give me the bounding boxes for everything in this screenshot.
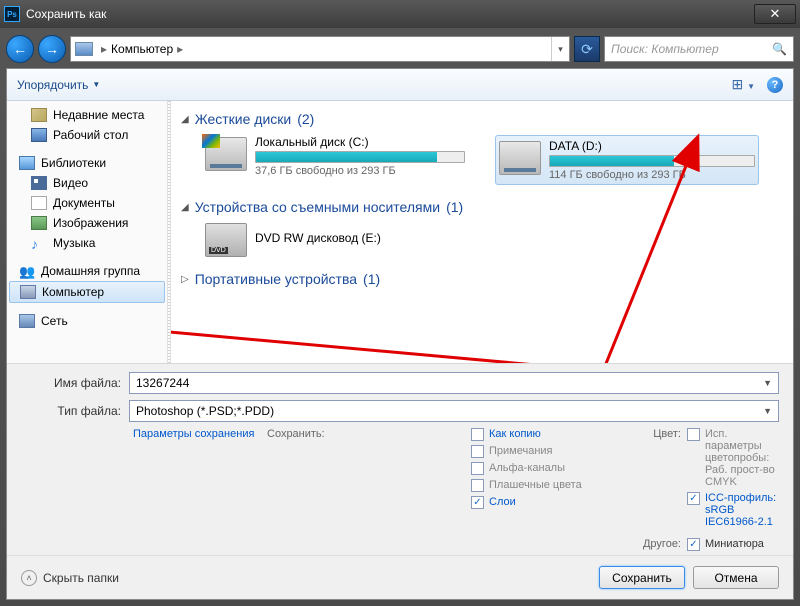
- capacity-bar: [255, 151, 465, 163]
- network-icon: [19, 314, 35, 328]
- view-options-button[interactable]: ⊞ ▼: [731, 76, 755, 93]
- images-icon: [31, 216, 47, 230]
- breadcrumb-dropdown[interactable]: ▾: [551, 37, 569, 61]
- bottom-panel: Имя файла: 13267244▼ Тип файла: Photosho…: [7, 363, 793, 555]
- sidebar-item-homegroup[interactable]: 👥Домашняя группа: [7, 261, 167, 281]
- checkbox-icc[interactable]: ✓: [687, 492, 700, 505]
- drive-d[interactable]: DATA (D:) 114 ГБ свободно из 293 ГБ: [495, 135, 759, 185]
- back-button[interactable]: ←: [6, 35, 34, 63]
- breadcrumb-text: Компьютер: [111, 42, 173, 56]
- filetype-select[interactable]: Photoshop (*.PSD;*.PDD)▼: [129, 400, 779, 422]
- filename-label: Имя файла:: [21, 376, 129, 390]
- content-pane: ◢ Жесткие диски (2) Локальный диск (C:) …: [171, 101, 793, 363]
- chevron-up-icon: ˄: [21, 570, 37, 586]
- checkbox-spot[interactable]: [471, 479, 484, 492]
- section-removable[interactable]: ◢ Устройства со съемными носителями (1): [181, 199, 783, 215]
- capacity-bar: [549, 155, 755, 167]
- photoshop-icon: Ps: [4, 6, 20, 22]
- chevron-down-icon[interactable]: ▼: [763, 378, 772, 388]
- computer-icon: [20, 285, 36, 299]
- breadcrumb[interactable]: ▸ Компьютер ▸ ▾: [70, 36, 570, 62]
- section-portable[interactable]: ▷ Портативные устройства (1): [181, 271, 783, 287]
- collapse-icon: ◢: [181, 114, 189, 125]
- save-as-dialog: Ps Сохранить как ✕ ← → ▸ Компьютер ▸ ▾ ⟳…: [0, 0, 800, 606]
- sidebar: Недавние места Рабочий стол Библиотеки В…: [7, 101, 167, 363]
- checkbox-as-copy[interactable]: [471, 428, 484, 441]
- video-icon: [31, 176, 47, 190]
- section-hard-drives[interactable]: ◢ Жесткие диски (2): [181, 111, 783, 127]
- collapse-icon: ◢: [181, 202, 189, 213]
- expand-icon: ▷: [181, 274, 189, 285]
- dvd-icon: [205, 223, 247, 257]
- save-button[interactable]: Сохранить: [599, 566, 685, 589]
- search-placeholder: Поиск: Компьютер: [611, 42, 719, 56]
- desktop-icon: [31, 128, 47, 142]
- close-button[interactable]: ✕: [754, 4, 796, 24]
- filename-input[interactable]: 13267244▼: [129, 372, 779, 394]
- chevron-right-icon: ▸: [173, 42, 187, 56]
- checkbox-proof[interactable]: [687, 428, 700, 441]
- drive-icon: [205, 137, 247, 171]
- filetype-label: Тип файла:: [21, 404, 129, 418]
- forward-button[interactable]: →: [38, 35, 66, 63]
- nav-row: ← → ▸ Компьютер ▸ ▾ ⟳ Поиск: Компьютер 🔍: [6, 34, 794, 64]
- drive-dvd[interactable]: DVD RW дисковод (E:): [205, 223, 465, 257]
- sidebar-item-music[interactable]: ♪Музыка: [7, 233, 167, 253]
- checkbox-notes[interactable]: [471, 445, 484, 458]
- sidebar-item-documents[interactable]: Документы: [7, 193, 167, 213]
- titlebar[interactable]: Ps Сохранить как ✕: [0, 0, 800, 28]
- sidebar-item-video[interactable]: Видео: [7, 173, 167, 193]
- sidebar-item-network[interactable]: Сеть: [7, 311, 167, 331]
- sidebar-item-images[interactable]: Изображения: [7, 213, 167, 233]
- checkbox-alpha[interactable]: [471, 462, 484, 475]
- search-input[interactable]: Поиск: Компьютер 🔍: [604, 36, 794, 62]
- cancel-button[interactable]: Отмена: [693, 566, 779, 589]
- refresh-button[interactable]: ⟳: [574, 36, 600, 62]
- window-title: Сохранить как: [26, 7, 106, 21]
- toolbar: Упорядочить ▼ ⊞ ▼ ?: [7, 69, 793, 101]
- footer: ˄ Скрыть папки Сохранить Отмена: [7, 555, 793, 599]
- chevron-down-icon[interactable]: ▼: [92, 80, 100, 89]
- music-icon: ♪: [31, 236, 47, 250]
- document-icon: [31, 196, 47, 210]
- sidebar-item-libraries[interactable]: Библиотеки: [7, 153, 167, 173]
- drive-c[interactable]: Локальный диск (C:) 37,6 ГБ свободно из …: [205, 135, 465, 185]
- recent-icon: [31, 108, 47, 122]
- sidebar-item-recent[interactable]: Недавние места: [7, 105, 167, 125]
- computer-icon: [75, 42, 93, 56]
- libraries-icon: [19, 156, 35, 170]
- chevron-right-icon: ▸: [97, 42, 111, 56]
- help-button[interactable]: ?: [767, 77, 783, 93]
- checkbox-layers[interactable]: ✓: [471, 496, 484, 509]
- hide-folders-toggle[interactable]: ˄ Скрыть папки: [21, 570, 119, 586]
- search-icon: 🔍: [772, 42, 787, 56]
- homegroup-icon: 👥: [19, 264, 35, 278]
- organize-menu[interactable]: Упорядочить: [17, 78, 88, 92]
- sidebar-item-computer[interactable]: Компьютер: [9, 281, 165, 303]
- drive-icon: [499, 141, 541, 175]
- sidebar-item-desktop[interactable]: Рабочий стол: [7, 125, 167, 145]
- checkbox-thumbnail[interactable]: ✓: [687, 538, 700, 551]
- save-parameters-link[interactable]: Параметры сохранения: [133, 428, 254, 440]
- chevron-down-icon[interactable]: ▼: [763, 406, 772, 416]
- save-options-head: Сохранить:: [267, 428, 461, 440]
